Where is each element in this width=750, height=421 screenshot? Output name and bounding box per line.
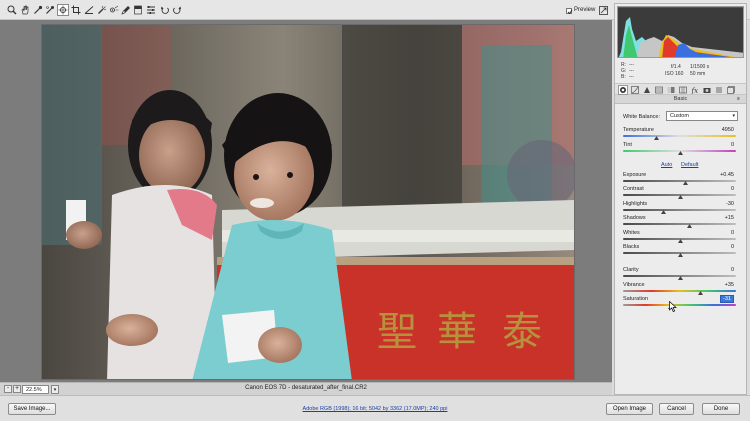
color-sampler-icon[interactable] [45,5,55,15]
tint-value-field[interactable]: 0 [731,142,734,148]
cancel-button[interactable]: Cancel [659,403,694,415]
preferences-icon[interactable] [146,5,156,15]
open-image-button[interactable]: Open Image [606,403,653,415]
effects-tab-icon[interactable]: fx [691,86,699,95]
b-value: --- [629,74,634,80]
file-name: Canon EOS 7D - desaturated_after_final.C… [245,385,367,391]
tint-slider-thumb[interactable] [677,151,683,155]
bottom-bar: Save Image... Adobe RGB (1998); 16 bit; … [0,395,750,421]
shutter-value: 1/1500 s [690,64,710,70]
exposure-value-field[interactable]: +0.45 [720,172,734,178]
hsl-tab-icon[interactable] [655,86,663,94]
snapshots-tab-icon[interactable] [727,86,735,94]
vibrance-slider-thumb[interactable] [697,291,703,295]
done-button[interactable]: Done [702,403,740,415]
tone-curve-tab-icon[interactable] [631,86,639,94]
shadows-slider-thumb[interactable] [686,224,692,228]
chevron-down-icon: ▾ [732,113,735,119]
whites-value-field[interactable]: 0 [731,230,734,236]
shadows-slider-track[interactable] [623,223,736,225]
whites-label: Whites [623,230,640,236]
blacks-value-field[interactable]: 0 [731,244,734,250]
presets-tab-icon[interactable] [715,86,723,94]
contrast-label: Contrast [623,186,644,192]
tint-label: Tint [623,142,632,148]
adjustment-panel: R: --- G: --- B: --- f/1.4 1/1500 s ISO … [614,3,747,395]
banner-character-3: 泰 [502,309,542,355]
exposure-slider-thumb[interactable] [683,181,689,185]
saturation-value-field[interactable]: -31 [720,295,734,303]
temperature-label: Temperature [623,127,654,133]
lens-corrections-tab-icon[interactable] [679,86,687,94]
white-balance-tool-icon[interactable] [33,5,43,15]
clarity-value-field[interactable]: 0 [731,267,734,273]
banner-character-1: 聖 [377,309,417,355]
shadows-value-field[interactable]: +15 [725,215,734,221]
spot-removal-icon[interactable] [97,5,107,15]
camera-calibration-tab-icon[interactable] [703,86,711,94]
exposure-label: Exposure [623,172,647,178]
vibrance-slider-track[interactable] [623,290,736,292]
photo-preview[interactable]: 聖 華 泰 [41,24,575,380]
exposure-slider-track[interactable] [623,180,736,182]
b-label: B: [621,74,626,80]
pointer-cursor-icon [669,300,677,312]
preview-checkbox[interactable] [566,8,573,15]
histogram [617,6,744,58]
iso-value: ISO 160 [665,71,684,77]
vibrance-label: Vibrance [623,282,645,288]
basic-tab-icon[interactable] [618,85,628,95]
hand-tool-icon[interactable] [20,5,30,15]
rotate-ccw-icon[interactable] [160,5,170,15]
default-link[interactable]: Default [681,162,698,168]
aperture-value: f/1.4 [671,64,681,70]
straighten-tool-icon[interactable] [84,5,94,15]
contrast-value-field[interactable]: 0 [731,186,734,192]
adjustment-brush-icon[interactable] [121,5,131,15]
auto-link[interactable]: Auto [661,162,672,168]
saturation-label: Saturation [623,296,649,302]
graduated-filter-icon[interactable] [133,5,143,15]
highlights-label: Highlights [623,201,648,207]
svg-text:fx: fx [691,87,698,94]
vibrance-value-field[interactable]: +35 [725,282,734,288]
white-balance-label: White Balance: [623,114,660,120]
split-toning-tab-icon[interactable] [667,86,675,94]
panel-tabs: fx [615,83,746,95]
clarity-slider-thumb[interactable] [677,276,683,280]
shadows-label: Shadows [623,215,646,221]
crop-tool-icon[interactable] [71,5,81,15]
whites-slider-thumb[interactable] [677,239,683,243]
banner-character-2: 華 [437,309,477,355]
temperature-value-field[interactable]: 4950 [722,127,734,133]
zoom-tool-icon[interactable] [7,5,17,15]
white-balance-value: Custom [670,113,689,119]
focal-length-value: 50 mm [690,71,706,77]
saturation-slider-track[interactable] [623,304,736,306]
temperature-slider-thumb[interactable] [653,136,659,140]
highlights-slider-thumb[interactable] [660,210,666,214]
highlights-slider-track[interactable] [623,209,736,211]
red-eye-removal-icon[interactable] [109,5,119,15]
temperature-slider-track[interactable] [623,135,736,137]
status-strip: - + 22.5% ▾ Canon EOS 7D - desaturated_a… [0,382,612,395]
blacks-label: Blacks [623,244,640,250]
targeted-adjustment-icon[interactable] [57,4,69,16]
panel-menu-icon[interactable]: ≡ [737,96,743,102]
clarity-label: Clarity [623,267,639,273]
white-balance-select[interactable]: Custom ▾ [666,111,738,121]
rgb-readout: R: --- G: --- B: --- f/1.4 1/1500 s ISO … [617,60,744,82]
rotate-cw-icon[interactable] [172,5,182,15]
preview-label: Preview [574,7,596,13]
detail-tab-icon[interactable] [643,86,651,94]
fullscreen-icon[interactable] [599,6,608,15]
panel-title: Basic [615,95,746,104]
image-preview-area: 聖 華 泰 [0,20,612,382]
contrast-slider-thumb[interactable] [677,195,683,199]
blacks-slider-thumb[interactable] [677,253,683,257]
highlights-value-field[interactable]: -30 [726,201,734,207]
